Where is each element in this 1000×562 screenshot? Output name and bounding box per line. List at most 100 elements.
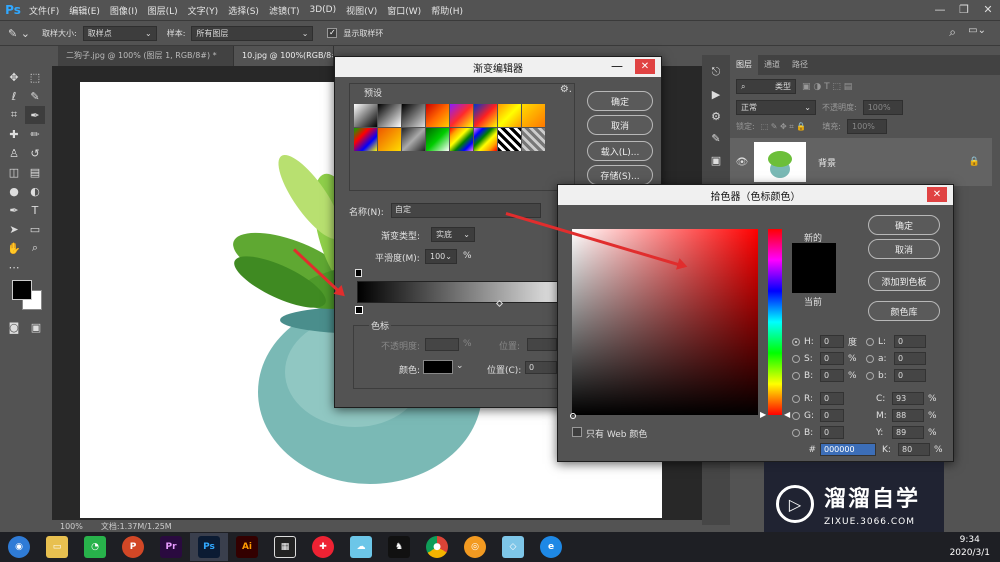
l-field[interactable]: 0: [894, 335, 926, 348]
b-lab-radio[interactable]: [866, 371, 874, 380]
screen-mode-icon[interactable]: ▣: [26, 318, 46, 336]
menu-help[interactable]: 帮助(H): [426, 4, 468, 17]
menu-layer[interactable]: 图层(L): [143, 4, 183, 17]
presets-gear-icon[interactable]: ⚙.: [560, 84, 572, 95]
hue-slider-handle-right[interactable]: ◀: [784, 410, 790, 419]
text-tool-icon[interactable]: T: [25, 201, 45, 219]
minimize-button[interactable]: —: [928, 0, 952, 20]
s-radio[interactable]: [792, 354, 800, 363]
cp-close-button[interactable]: ✕: [927, 187, 947, 202]
ge-minimize-button[interactable]: —: [611, 59, 623, 73]
web-colors-checkbox[interactable]: [572, 427, 582, 437]
illustrator-icon[interactable]: Ai: [228, 533, 266, 561]
ge-load-button[interactable]: 载入(L)...: [587, 141, 653, 161]
brightness-field[interactable]: 0: [820, 369, 844, 382]
close-button[interactable]: ✕: [976, 0, 1000, 20]
color-libraries-button[interactable]: 颜色库: [868, 301, 940, 321]
brush-panel-icon[interactable]: ▣: [706, 151, 726, 169]
chrome-icon[interactable]: ●: [418, 533, 456, 561]
current-color-swatch[interactable]: [792, 279, 836, 293]
quick-mask-icon[interactable]: ◙: [4, 318, 24, 336]
tab-ergouzi[interactable]: 二狗子.jpg @ 100% (图层 1, RGB/8#) *: [58, 46, 234, 66]
b-radio[interactable]: [792, 428, 800, 437]
c-field[interactable]: 93: [892, 392, 924, 405]
pen-tool-icon[interactable]: ✒: [4, 201, 24, 219]
ie-icon[interactable]: e: [532, 533, 570, 561]
zoom-level[interactable]: 100%: [60, 522, 83, 531]
premiere-icon[interactable]: Pr: [152, 533, 190, 561]
stop-color-swatch[interactable]: [423, 360, 453, 374]
color-stop-marker[interactable]: [355, 306, 363, 314]
l-radio[interactable]: [866, 337, 874, 346]
a-radio[interactable]: [866, 354, 874, 363]
sample-select[interactable]: 所有图层 ⌄: [191, 25, 314, 41]
app-icon[interactable]: ◇: [494, 533, 532, 561]
lasso-tool-icon[interactable]: ℓ: [4, 87, 24, 105]
video-editor-icon[interactable]: ▦: [266, 533, 304, 561]
menu-view[interactable]: 视图(V): [341, 4, 382, 17]
history-brush-icon[interactable]: ↺: [25, 144, 45, 162]
a-field[interactable]: 0: [894, 352, 926, 365]
dodge-tool-icon[interactable]: ◐: [25, 182, 45, 200]
gradient-tool-icon[interactable]: ▤: [25, 163, 45, 181]
hex-field[interactable]: 000000: [820, 443, 876, 456]
crop-tool-icon[interactable]: ⌗: [4, 106, 24, 124]
m-field[interactable]: 88: [892, 409, 924, 422]
show-ring-checkbox[interactable]: ✓: [327, 28, 338, 38]
marquee-tool-icon[interactable]: ⬚: [25, 68, 45, 86]
brush-tool-icon[interactable]: ✏: [25, 125, 45, 143]
hand-tool-icon[interactable]: ✋: [4, 239, 24, 257]
fill-field[interactable]: 100%: [847, 119, 888, 134]
tab-10jpg[interactable]: 10.jpg @ 100%(RGB/8#): [234, 46, 334, 66]
shape-tool-icon[interactable]: ▭: [25, 220, 45, 238]
stop-color-dropdown-icon[interactable]: ⌄: [456, 361, 464, 371]
blur-tool-icon[interactable]: ●: [4, 182, 24, 200]
ge-cancel-button[interactable]: 取消: [587, 115, 653, 135]
foreground-color-swatch[interactable]: [12, 280, 32, 300]
color-field-cursor[interactable]: [570, 413, 576, 419]
layer-filter-select[interactable]: ⌕ 类型: [736, 79, 796, 94]
h-radio[interactable]: [792, 337, 800, 346]
history-panel-icon[interactable]: ⎋: [706, 63, 726, 81]
r-field[interactable]: 0: [820, 392, 844, 405]
eyedropper-icon[interactable]: ✎ ⌄: [8, 27, 36, 40]
path-select-icon[interactable]: ➤: [4, 220, 24, 238]
ge-ok-button[interactable]: 确定: [587, 91, 653, 111]
gradient-type-select[interactable]: 实底 ⌄: [431, 227, 475, 242]
actions-panel-icon[interactable]: ▶: [706, 85, 726, 103]
g-field[interactable]: 0: [820, 409, 844, 422]
menu-3d[interactable]: 3D(D): [304, 5, 341, 15]
add-to-swatches-button[interactable]: 添加到色板: [868, 271, 940, 291]
cp-ok-button[interactable]: 确定: [868, 215, 940, 235]
zoom-tool-icon[interactable]: ⌕: [25, 239, 45, 257]
file-explorer-icon[interactable]: ▭: [38, 533, 76, 561]
stop-color-position-field[interactable]: 0: [525, 361, 557, 374]
sample-size-select[interactable]: 取样点 ⌄: [82, 25, 157, 41]
hue-slider-handle-left[interactable]: ▶: [760, 410, 766, 419]
opacity-stop-marker[interactable]: [355, 269, 362, 277]
y-field[interactable]: 89: [892, 426, 924, 439]
more-tools-icon[interactable]: ⋯: [4, 258, 24, 276]
menu-edit[interactable]: 编辑(E): [64, 4, 105, 17]
wechat-icon[interactable]: ◔: [76, 533, 114, 561]
qq-icon[interactable]: ♞: [380, 533, 418, 561]
start-button[interactable]: ◉: [0, 533, 38, 561]
hue-slider[interactable]: [768, 229, 782, 415]
blend-mode-select[interactable]: 正常 ⌄: [736, 100, 816, 115]
menu-file[interactable]: 文件(F): [24, 4, 64, 17]
tray-time[interactable]: 9:34 2020/3/1: [950, 534, 990, 560]
preset-swatch-grid[interactable]: [354, 104, 545, 151]
menu-select[interactable]: 选择(S): [223, 4, 264, 17]
chat-app-icon[interactable]: ☁: [342, 533, 380, 561]
opacity-field[interactable]: 100%: [862, 100, 903, 115]
k-field[interactable]: 80: [898, 443, 930, 456]
ge-close-button[interactable]: ✕: [635, 59, 655, 74]
ge-save-button[interactable]: 存储(S)...: [587, 165, 653, 185]
bv-radio[interactable]: [792, 371, 800, 380]
gradient-preview-bar[interactable]: [357, 281, 567, 303]
tab-channels[interactable]: 通道: [758, 55, 786, 75]
adjust-panel-icon[interactable]: ⚙: [706, 107, 726, 125]
healing-brush-icon[interactable]: ✚: [4, 125, 24, 143]
menu-filter[interactable]: 滤镜(T): [264, 4, 305, 17]
b-lab-field[interactable]: 0: [894, 369, 926, 382]
